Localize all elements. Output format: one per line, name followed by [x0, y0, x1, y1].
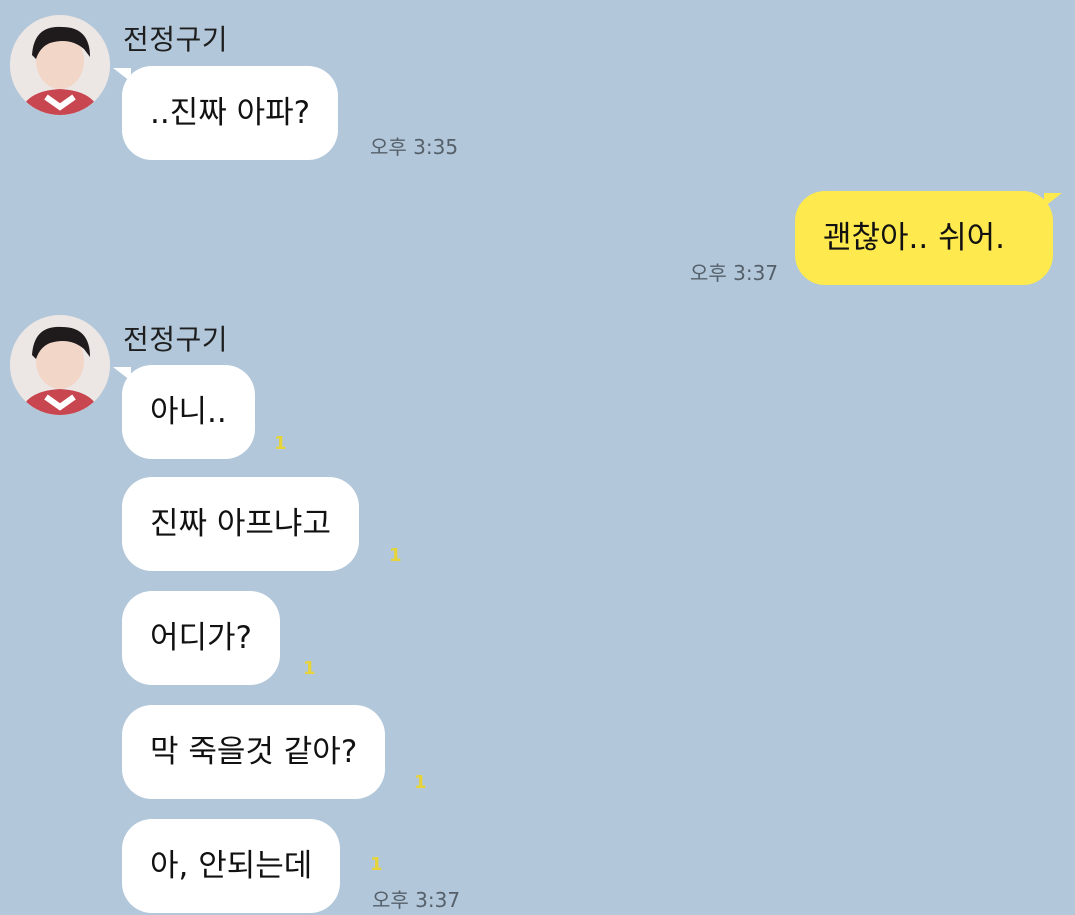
message-bubble[interactable]: 아니.. — [113, 365, 255, 459]
message-time: 오후 3:35 — [370, 135, 459, 159]
message-bubble[interactable]: 어디가? — [122, 591, 281, 685]
message-bubble[interactable]: ..진짜 아파? — [112, 66, 339, 160]
unread-count: 1 — [274, 433, 287, 454]
unread-count: 1 — [370, 854, 383, 875]
profile-photo — [10, 15, 110, 115]
message-time: 오후 3:37 — [690, 261, 779, 285]
avatar[interactable] — [10, 315, 110, 415]
unread-count: 1 — [414, 772, 427, 793]
profile-photo — [10, 315, 110, 415]
sender-name: 전정구기 — [123, 23, 229, 56]
message-bubble[interactable]: 아, 안되는데 — [122, 819, 341, 913]
message-time: 오후 3:37 — [372, 888, 461, 912]
unread-count: 1 — [389, 545, 402, 566]
unread-count: 1 — [303, 658, 316, 679]
message-bubble[interactable]: 막 죽을것 같아? — [122, 705, 386, 799]
sender-name: 전정구기 — [123, 323, 229, 356]
avatar[interactable] — [10, 15, 110, 115]
my-message-bubble[interactable]: 괜찮아.. 쉬어. — [795, 191, 1062, 285]
message-bubble[interactable]: 진짜 아프냐고 — [122, 477, 359, 571]
